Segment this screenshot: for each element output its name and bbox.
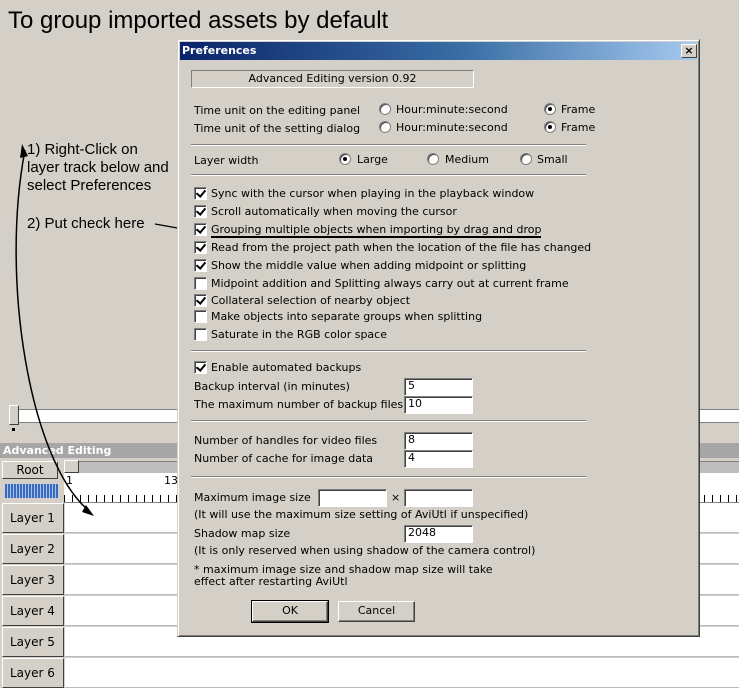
- dialog-titlebar[interactable]: Preferences ×: [180, 42, 697, 60]
- checkbox-label: Enable automated backups: [211, 361, 362, 374]
- radio-label: Frame: [561, 121, 596, 134]
- separator: [191, 420, 586, 422]
- radio-label: Small: [537, 153, 568, 166]
- radio-dialog-hms[interactable]: [379, 121, 391, 133]
- times-icon: ×: [391, 491, 401, 504]
- checkbox-label: Grouping multiple objects when importing…: [211, 223, 542, 238]
- restart-note-line: effect after restarting AviUtl: [194, 575, 348, 588]
- checkbox-sync-cursor[interactable]: [194, 187, 207, 200]
- checkbox-midpoint-current-frame[interactable]: [194, 277, 207, 290]
- radio-label: Frame: [561, 103, 596, 116]
- max-image-width-input[interactable]: [318, 489, 387, 507]
- checkbox-collateral-selection[interactable]: [194, 294, 207, 307]
- radio-layer-small[interactable]: [520, 153, 532, 165]
- backup-interval-label: Backup interval (in minutes): [194, 380, 350, 393]
- close-button[interactable]: ×: [681, 44, 697, 58]
- version-label: Advanced Editing version 0.92: [191, 70, 474, 88]
- radio-editing-hms[interactable]: [379, 103, 391, 115]
- radio-label: Hour:minute:second: [396, 121, 508, 134]
- checkbox-label: Read from the project path when the loca…: [211, 241, 592, 254]
- shadow-map-note: (It is only reserved when using shadow o…: [194, 544, 536, 557]
- layer-width-label: Layer width: [194, 154, 259, 167]
- radio-editing-frame[interactable]: [544, 103, 556, 115]
- separator: [191, 476, 586, 478]
- checkbox-label: Saturate in the RGB color space: [211, 328, 387, 341]
- checkbox-group-on-drop[interactable]: [194, 223, 207, 236]
- radio-label: Hour:minute:second: [396, 103, 508, 116]
- video-handles-label: Number of handles for video files: [194, 434, 378, 447]
- dialog-title: Preferences: [182, 44, 257, 57]
- separator: [191, 174, 586, 176]
- arrow-to-layer-track: [15, 149, 89, 511]
- checkbox-label: Sync with the cursor when playing in the…: [211, 187, 535, 200]
- checkbox-auto-scroll[interactable]: [194, 205, 207, 218]
- checkbox-label: Midpoint addition and Splitting always c…: [211, 277, 569, 290]
- arrow-head-up: [20, 144, 28, 158]
- checkbox-label: Show the middle value when adding midpoi…: [211, 259, 527, 272]
- max-image-height-input[interactable]: [404, 489, 473, 507]
- close-icon: ×: [684, 44, 694, 57]
- time-unit-dialog-label: Time unit of the setting dialog: [194, 122, 361, 135]
- checkbox-saturate-rgb[interactable]: [194, 328, 207, 341]
- checkbox-separate-groups[interactable]: [194, 310, 207, 323]
- backup-interval-input[interactable]: 5: [404, 378, 473, 396]
- backup-max-files-input[interactable]: 10: [404, 396, 473, 414]
- checkbox-label: Collateral selection of nearby object: [211, 294, 411, 307]
- cancel-button[interactable]: Cancel: [338, 601, 415, 622]
- shadow-map-size-label: Shadow map size: [194, 527, 291, 540]
- checkbox-label: Scroll automatically when moving the cur…: [211, 205, 457, 218]
- shadow-map-size-input[interactable]: 2048: [404, 525, 473, 543]
- backup-max-files-label: The maximum number of backup files: [194, 398, 404, 411]
- video-handles-input[interactable]: 8: [404, 432, 473, 450]
- radio-label: Large: [357, 153, 388, 166]
- radio-label: Medium: [445, 153, 489, 166]
- image-cache-input[interactable]: 4: [404, 450, 473, 468]
- separator: [191, 144, 586, 146]
- preferences-dialog: Preferences × Advanced Editing version 0…: [177, 39, 700, 637]
- checkbox-show-middle-value[interactable]: [194, 259, 207, 272]
- radio-layer-large[interactable]: [339, 153, 351, 165]
- separator: [191, 350, 586, 352]
- checkbox-enable-backups[interactable]: [194, 361, 207, 374]
- radio-layer-medium[interactable]: [427, 153, 439, 165]
- ok-button[interactable]: OK: [251, 600, 329, 623]
- checkbox-label: Make objects into separate groups when s…: [211, 310, 483, 323]
- radio-dialog-frame[interactable]: [544, 121, 556, 133]
- time-unit-editing-label: Time unit on the editing panel: [194, 104, 361, 117]
- checkbox-read-project-path[interactable]: [194, 241, 207, 254]
- max-image-size-note: (It will use the maximum size setting of…: [194, 508, 529, 521]
- max-image-size-label: Maximum image size: [194, 491, 311, 504]
- image-cache-label: Number of cache for image data: [194, 452, 374, 465]
